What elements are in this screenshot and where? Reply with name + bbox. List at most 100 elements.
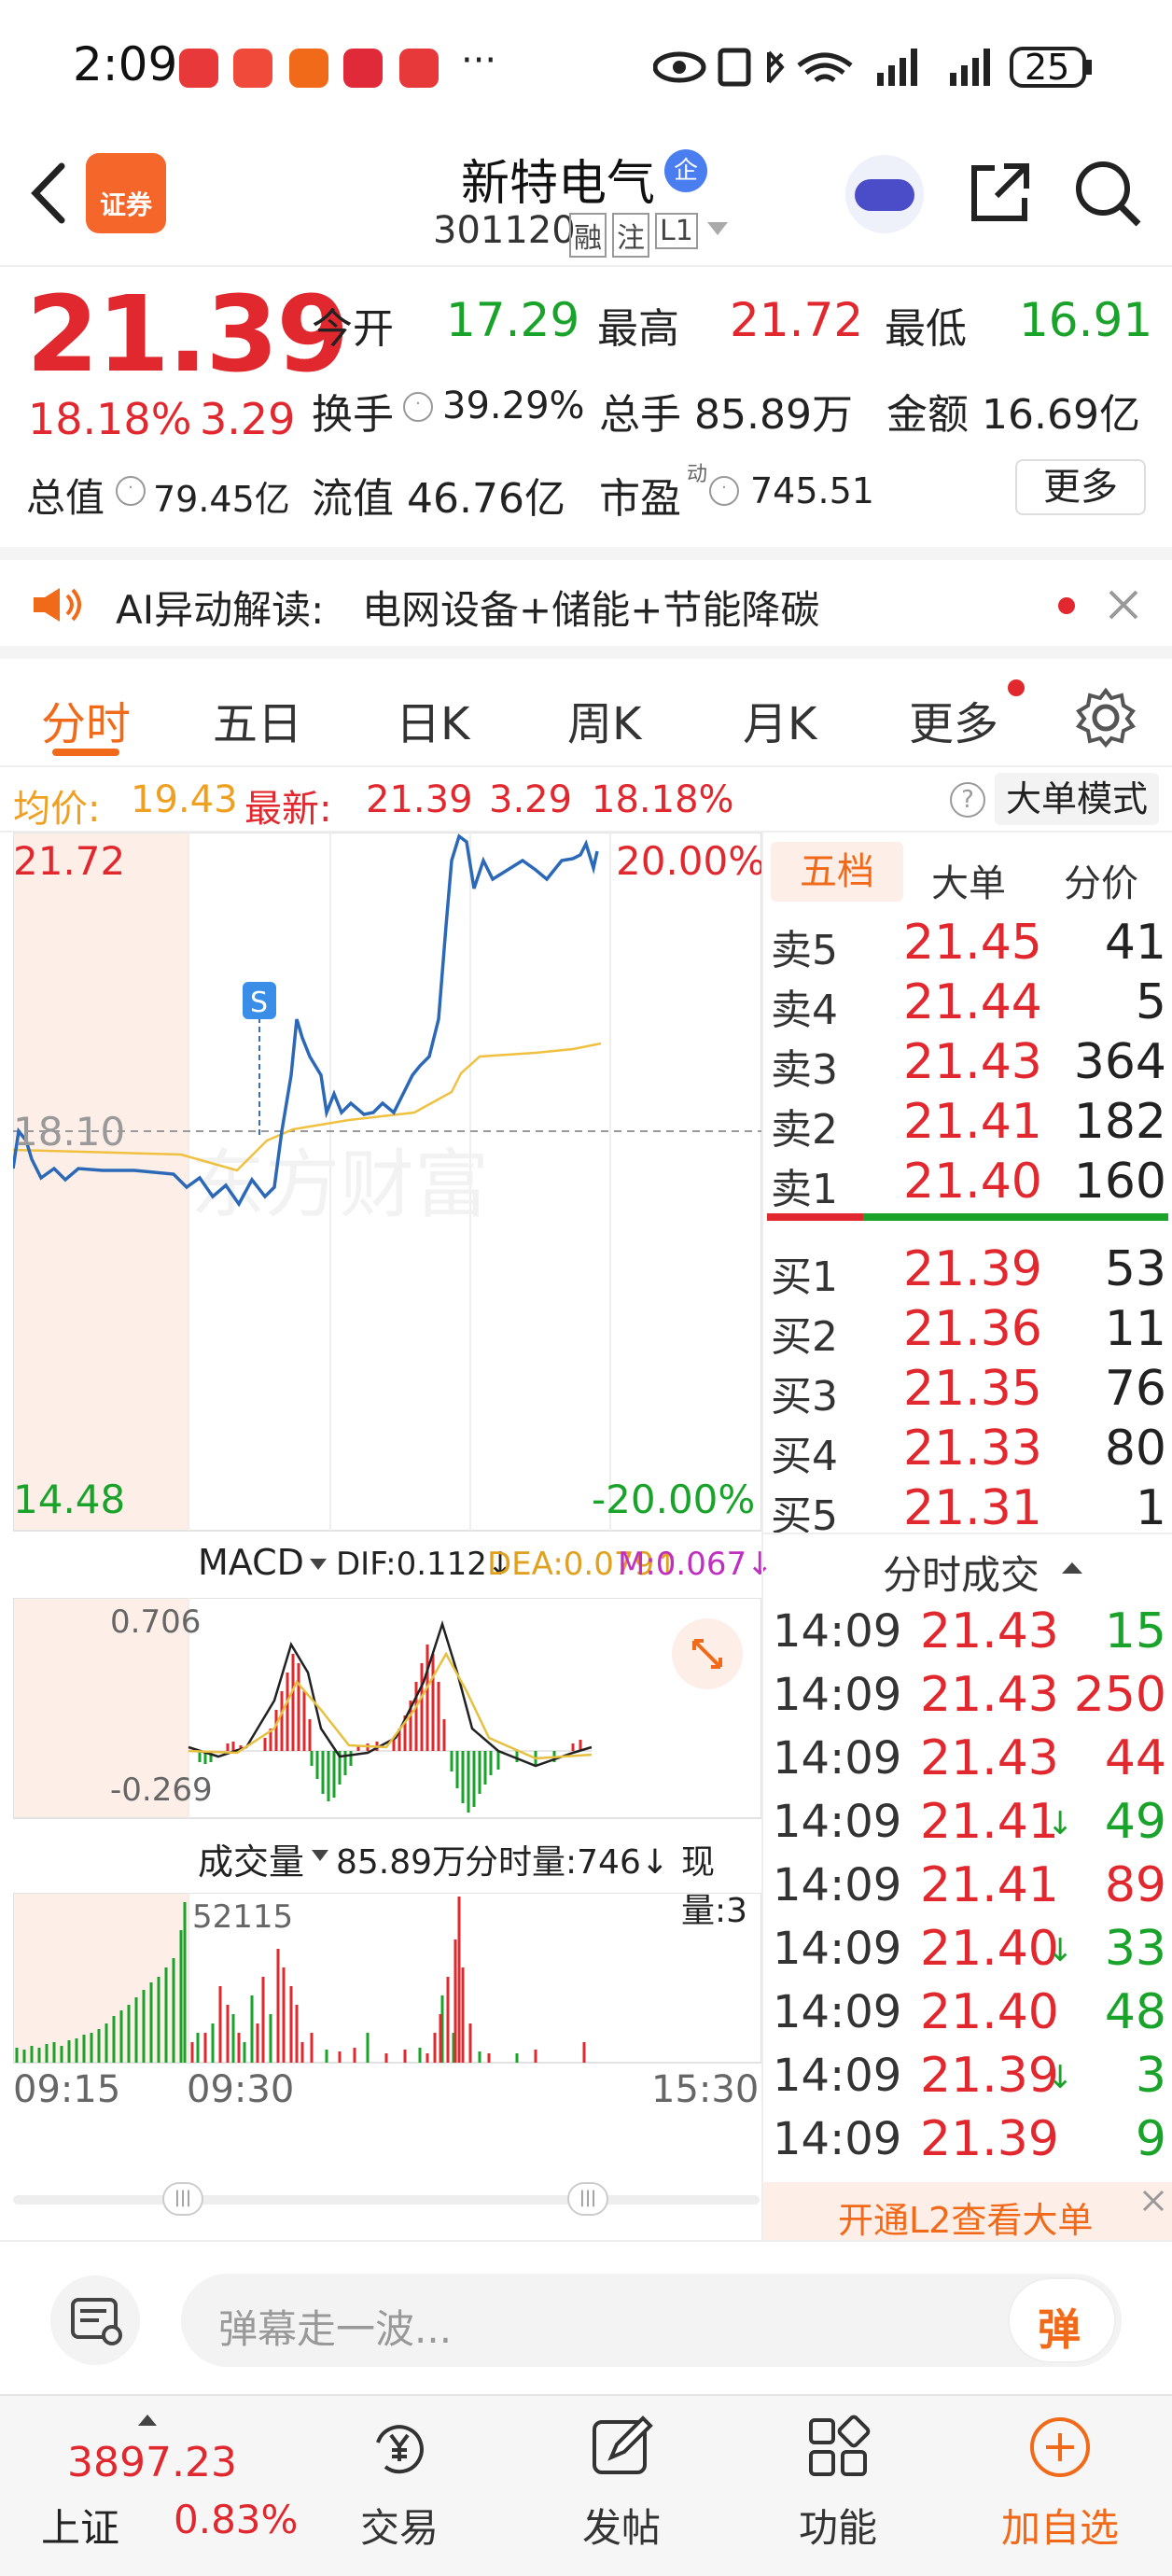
slider-handle-right[interactable]: ||| (567, 2182, 608, 2216)
nav-add-watchlist[interactable]: 加自选 (976, 2415, 1144, 2554)
ask-volume: 41 (1104, 915, 1166, 971)
ask-row: 卖4 21.44 5 (763, 971, 1172, 1034)
macd-high: 0.706 (110, 1603, 202, 1641)
tick-volume: 33 (1104, 1921, 1166, 1977)
volume-selector[interactable]: 成交量 (198, 1833, 304, 1884)
tab-week-k[interactable]: 周K (567, 687, 641, 752)
tab-more[interactable]: 更多 (909, 687, 998, 752)
bid-row: 买3 21.35 76 (763, 1357, 1172, 1421)
nav-trade-label: 交易 (359, 2505, 439, 2551)
search-icon[interactable] (1073, 159, 1144, 230)
bid-label: 买2 (771, 1313, 838, 1361)
order-tabs: 五档 大单 分价 (763, 836, 1172, 909)
time-start: 09:15 (13, 2068, 121, 2111)
close-icon[interactable] (1140, 2188, 1166, 2214)
back-icon[interactable] (26, 161, 73, 226)
high-value: 21.72 (730, 293, 864, 347)
amount-label: 金额 (886, 391, 969, 439)
broker-logo[interactable]: 证券 (86, 153, 166, 233)
low-label: 最低 (885, 305, 967, 353)
tick-price: 21.41 (920, 1857, 1059, 1913)
ai-label: AI异动解读: (116, 587, 325, 633)
help-icon[interactable]: ? (950, 782, 985, 818)
tab-price-dist[interactable]: 分价 (1064, 853, 1138, 907)
info-icon[interactable]: · (116, 476, 146, 506)
last-label: 最新: (244, 788, 332, 831)
dropdown-icon[interactable] (312, 1850, 328, 1863)
index-widget[interactable]: 3897.23 上证 0.83% (28, 2415, 308, 2555)
tick-price: 21.43 (920, 1603, 1059, 1659)
s-marker[interactable]: S (250, 987, 268, 1019)
chevron-down-icon[interactable] (705, 220, 730, 239)
slider-handle-left[interactable]: ||| (162, 2182, 203, 2216)
close-icon[interactable] (1107, 588, 1140, 622)
red-dot-icon (1008, 679, 1025, 696)
danmaku-send-button[interactable]: 弹 (1008, 2277, 1116, 2363)
mktcap-value: 79.45亿 (153, 479, 290, 520)
pe-sup: 动 (687, 463, 708, 486)
tab-underline (52, 749, 119, 756)
chart-svg: 东方财富 S (13, 833, 761, 1532)
big-order-mode-button[interactable]: 大单模式 (995, 773, 1159, 825)
tick-volume: 15 (1104, 1603, 1166, 1659)
volume-svg (13, 1893, 761, 2064)
avg-value: 19.43 (131, 778, 238, 821)
tick-volume: 49 (1104, 1794, 1166, 1850)
tab-big-order[interactable]: 大单 (931, 853, 1006, 907)
period-tabs: 分时 五日 日K 周K 月K 更多 (0, 659, 1172, 767)
expand-button[interactable] (672, 1618, 743, 1689)
float-label: 流值 (312, 475, 394, 523)
tick-volume: 250 (1073, 1667, 1166, 1723)
vertical-divider (761, 833, 763, 2242)
mktcap-label: 总值 (26, 475, 105, 521)
tick-arrow: ↓ (1047, 1932, 1074, 1969)
dropdown-icon[interactable] (310, 1559, 327, 1572)
sort-up-icon[interactable] (1062, 1561, 1082, 1575)
volume-header: 成交量 85.89万 分时量:746↓ 现量:3 (188, 1822, 761, 1930)
tag-margin: 融 (569, 213, 607, 258)
info-icon[interactable]: · (709, 476, 739, 506)
macd-selector[interactable]: MACD (198, 1542, 304, 1583)
tab-day-k[interactable]: 日K (396, 687, 469, 752)
l2-banner[interactable]: 开通L2查看大单 (763, 2182, 1172, 2242)
gear-icon[interactable] (1073, 685, 1138, 750)
ask-row: 卖3 21.43 364 (763, 1030, 1172, 1094)
tick-row: 14:09 21.39 ↓ 3 (763, 2044, 1172, 2107)
logo-text: 证券 (99, 189, 152, 220)
ticks-header[interactable]: 分时成交 (763, 1533, 1172, 1598)
ask-label: 卖1 (771, 1166, 838, 1213)
range-slider[interactable]: ||| ||| (13, 2180, 760, 2218)
robot-avatar[interactable] (845, 155, 924, 233)
share-icon[interactable] (967, 159, 1034, 226)
macd-low: -0.269 (110, 1771, 213, 1809)
nav-post[interactable]: 发帖 (537, 2415, 705, 2554)
intraday-chart[interactable]: 东方财富 S 21.72 20.00% 18.10 14.48 -20.00% (13, 833, 765, 1533)
pe-label: 市盈 (599, 475, 681, 523)
tick-time: 14:09 (773, 1986, 902, 2038)
tab-five-day[interactable]: 五日 (213, 687, 302, 752)
volume-panel[interactable]: 成交量 85.89万 分时量:746↓ 现量:3 52115 09:15 09:… (13, 1822, 761, 2111)
nav-function[interactable]: 功能 (754, 2415, 922, 2554)
ai-banner[interactable]: AI异动解读: 电网设备+储能+节能降碳 (0, 547, 1172, 659)
last-price: 21.39 (26, 274, 349, 396)
ask-price: 21.44 (903, 974, 1042, 1030)
danmaku-settings-icon (71, 2298, 122, 2345)
more-button[interactable]: 更多 (1015, 459, 1146, 515)
info-icon[interactable]: · (403, 392, 433, 422)
tab-month-k[interactable]: 月K (743, 687, 816, 752)
tab-level5[interactable]: 五档 (771, 842, 903, 902)
bid-price: 21.35 (903, 1361, 1042, 1417)
macd-panel[interactable]: MACD DIF:0.112↓ DEA:0.079↑ M:0.067↓ 0.70… (13, 1533, 774, 1822)
stock-name: 新特电气 (461, 156, 656, 212)
tick-time: 14:09 (773, 2050, 902, 2102)
tab-intraday[interactable]: 分时 (41, 687, 131, 752)
danmaku-toggle[interactable] (50, 2275, 140, 2365)
bid-volume: 76 (1104, 1361, 1166, 1417)
tick-row: 14:09 21.41 ↓ 49 (763, 1790, 1172, 1854)
comment-input[interactable]: 弹幕走一波... 弹 (181, 2274, 1122, 2367)
change-pct: 18.18% (28, 394, 192, 444)
nav-trade[interactable]: 交易 (315, 2415, 483, 2554)
open-label: 今开 (312, 305, 394, 353)
status-bar: 2:09 ··· 25 (0, 0, 1172, 131)
tick-row: 14:09 21.43 15 (763, 1600, 1172, 1663)
